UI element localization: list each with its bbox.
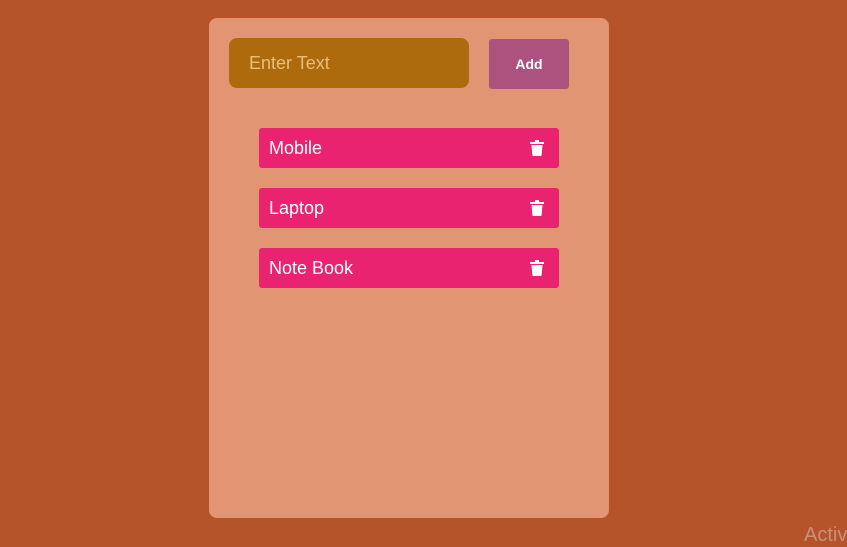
activation-watermark: Activ <box>804 524 847 546</box>
list-item: Note Book <box>259 248 559 288</box>
list-item: Laptop <box>259 188 559 228</box>
trash-icon[interactable] <box>529 139 545 157</box>
todo-card: Add Mobile Laptop Note <box>209 18 609 518</box>
item-label: Mobile <box>269 137 323 158</box>
list-item: Mobile <box>259 128 559 168</box>
todo-list: Mobile Laptop Note Book <box>259 128 559 308</box>
item-label: Note Book <box>269 257 354 278</box>
item-label: Laptop <box>269 197 325 218</box>
trash-icon[interactable] <box>529 259 545 277</box>
todo-input[interactable] <box>229 38 469 88</box>
trash-icon[interactable] <box>529 199 545 217</box>
add-button[interactable]: Add <box>489 39 569 89</box>
